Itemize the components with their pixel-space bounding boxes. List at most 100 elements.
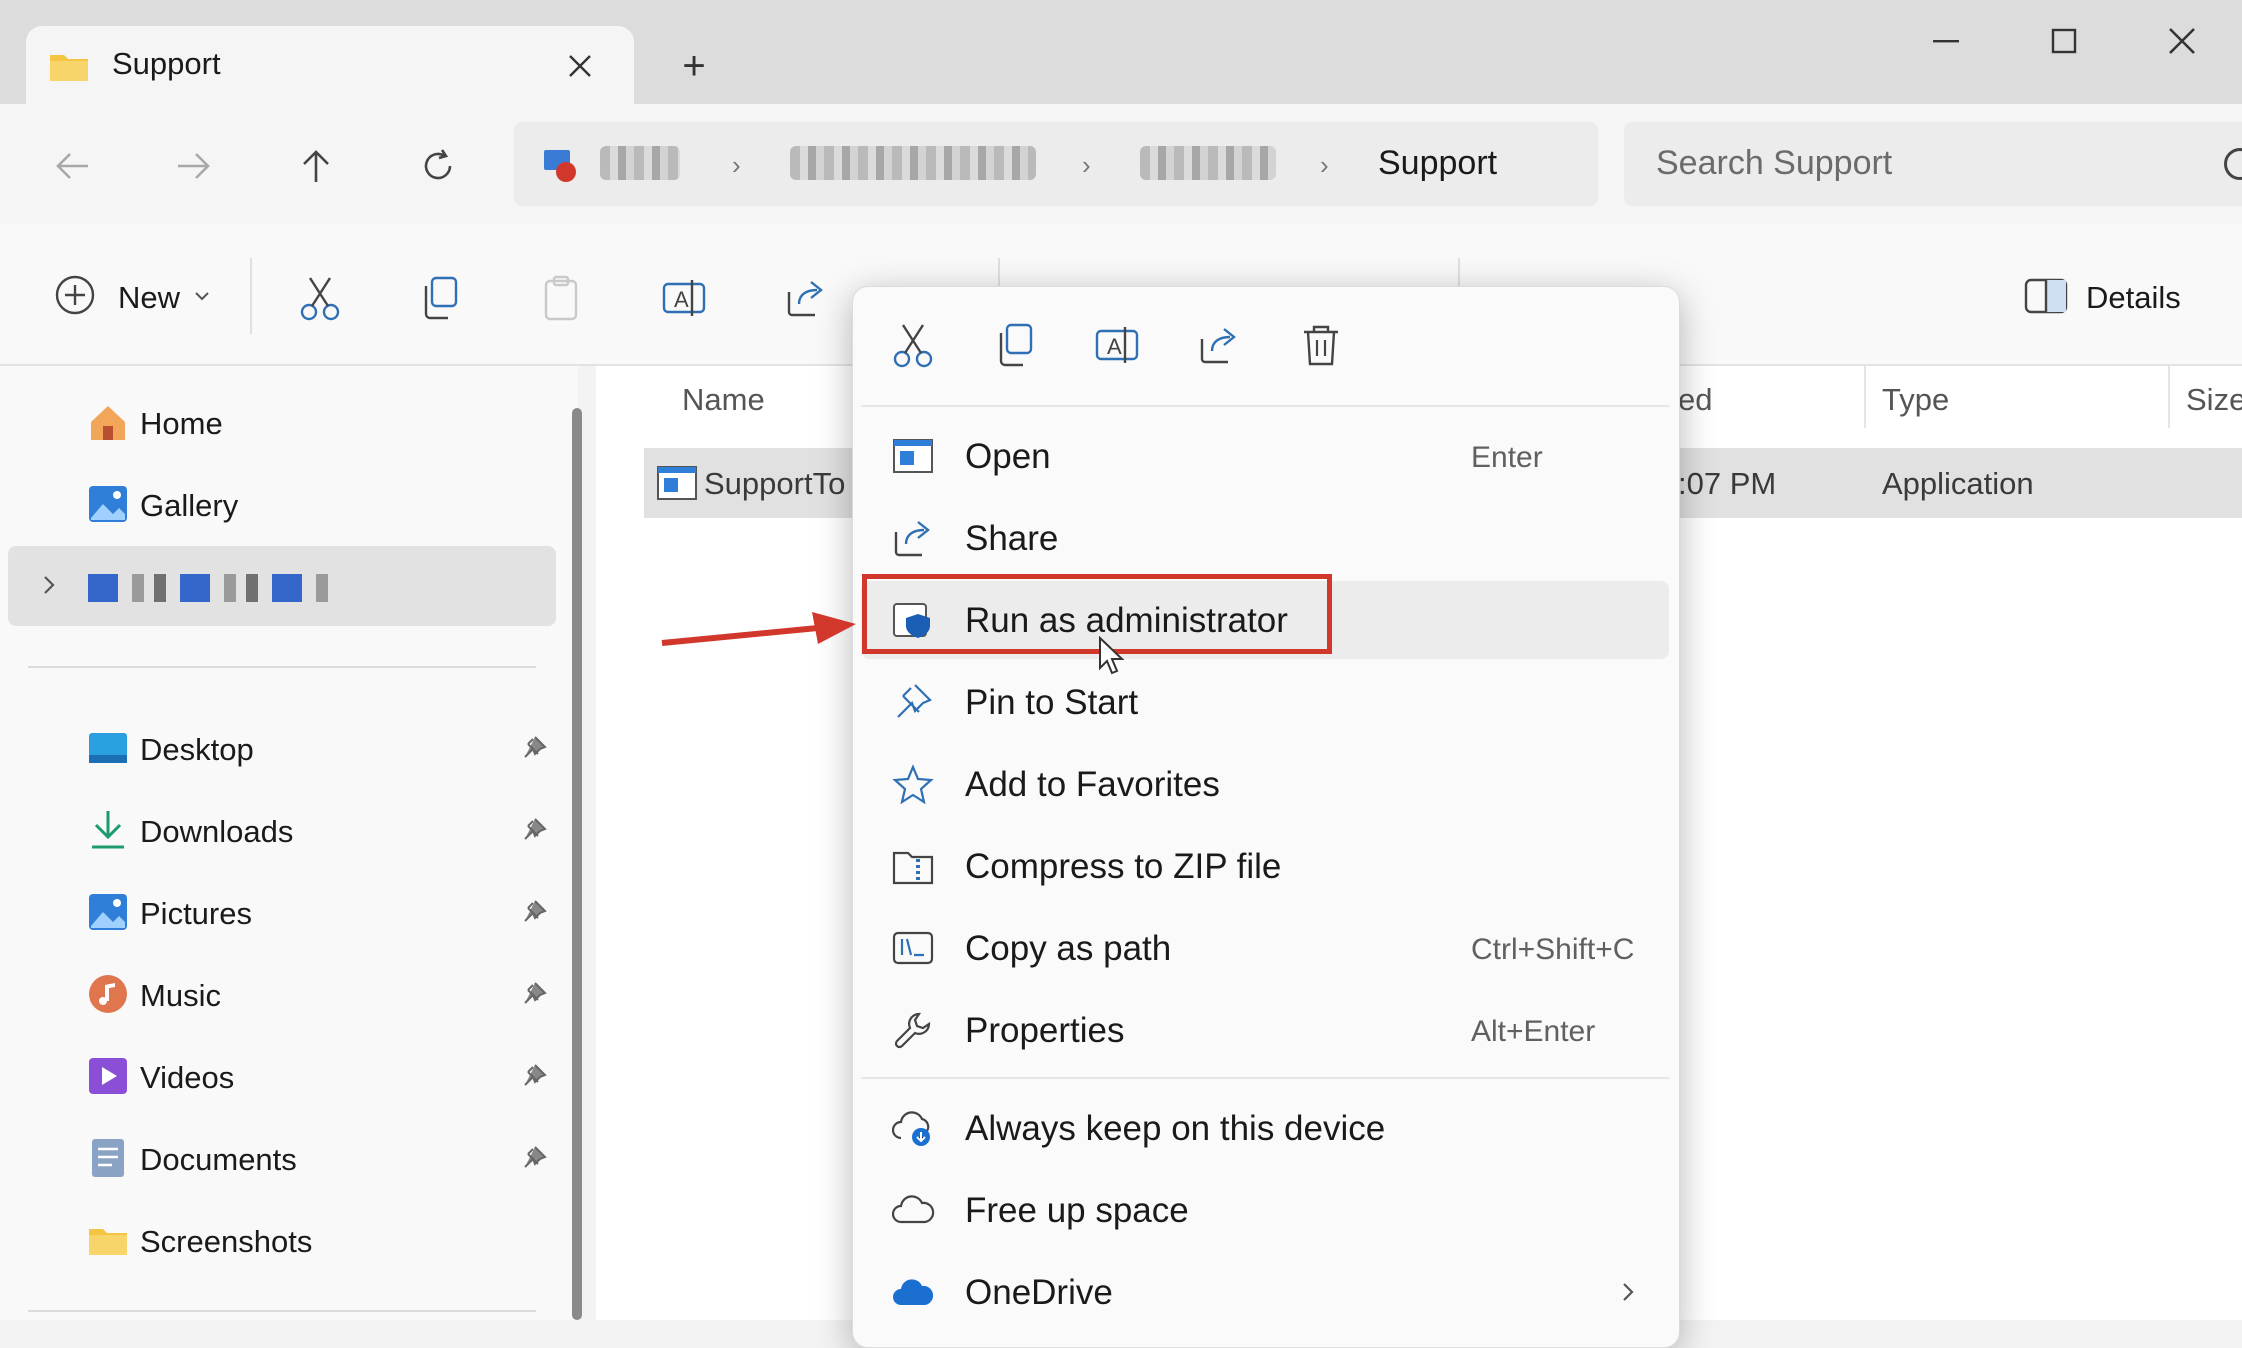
close-button[interactable] [2134, 8, 2230, 74]
annotation-arrow [660, 610, 860, 650]
application-icon [654, 462, 700, 504]
menu-divider [861, 1077, 1669, 1079]
menu-item-compress-to-zip[interactable]: Compress to ZIP file [861, 827, 1669, 905]
menu-item-always-keep-on-device[interactable]: Always keep on this device [861, 1089, 1669, 1167]
breadcrumb-chevron-icon[interactable]: › [1082, 150, 1091, 181]
home-icon [86, 400, 130, 444]
cloud-icon [889, 1186, 937, 1234]
menu-item-add-to-favorites[interactable]: Add to Favorites [861, 745, 1669, 823]
nav-label-downloads: Downloads [140, 814, 294, 849]
column-divider[interactable] [2168, 366, 2170, 428]
copy-icon[interactable] [985, 315, 1045, 375]
onedrive-icon [889, 1268, 937, 1316]
menu-shortcut: Enter [1471, 441, 1543, 474]
nav-label-music: Music [140, 978, 221, 1013]
menu-item-share[interactable]: Share [861, 499, 1669, 577]
column-header-size[interactable]: Size [2186, 382, 2242, 418]
share-icon [889, 514, 937, 562]
breadcrumb-chevron-icon[interactable]: › [1320, 150, 1329, 181]
maximize-button[interactable] [2014, 8, 2114, 74]
refresh-icon[interactable] [410, 138, 466, 194]
nav-label-videos: Videos [140, 1060, 235, 1095]
documents-icon [86, 1136, 130, 1180]
column-header-date-modified[interactable]: ed [1678, 382, 1712, 418]
menu-label: Free up space [965, 1191, 1189, 1230]
file-type: Application [1882, 466, 2034, 501]
tab-title: Support [112, 46, 221, 81]
nav-label-documents: Documents [140, 1142, 297, 1177]
new-button[interactable]: New [118, 280, 180, 316]
copy-path-icon [889, 924, 937, 972]
new-tab-button[interactable]: + [672, 44, 716, 88]
menu-label: Copy as path [965, 929, 1172, 968]
new-plus-icon[interactable] [52, 272, 98, 318]
details-pane-icon[interactable] [2022, 272, 2070, 320]
cloud-keep-icon [889, 1104, 937, 1152]
share-icon[interactable] [770, 262, 842, 334]
rename-icon[interactable]: A [648, 262, 720, 334]
cut-icon[interactable] [284, 262, 356, 334]
paste-icon[interactable] [526, 262, 598, 334]
svg-text:A: A [1107, 334, 1122, 359]
details-button[interactable]: Details [2086, 280, 2181, 316]
breadcrumb-redacted[interactable] [790, 146, 1036, 180]
folder-icon [46, 46, 92, 86]
column-header-name[interactable]: Name [682, 382, 765, 418]
menu-shortcut: Ctrl+Shift+C [1471, 933, 1635, 966]
zip-icon [889, 842, 937, 890]
nav-label-home: Home [140, 406, 223, 441]
highlight-box [862, 574, 1332, 654]
column-divider[interactable] [1864, 366, 1866, 428]
pin-icon[interactable] [518, 1060, 550, 1092]
menu-label: Add to Favorites [965, 765, 1220, 804]
nav-scrollbar[interactable] [572, 408, 582, 1320]
breadcrumb-redacted[interactable] [1140, 146, 1276, 180]
file-name: SupportTo [704, 466, 846, 501]
menu-label: Pin to Start [965, 683, 1139, 722]
menu-item-copy-as-path[interactable]: Copy as path Ctrl+Shift+C [861, 909, 1669, 987]
nav-label-gallery: Gallery [140, 488, 239, 523]
copy-icon[interactable] [404, 262, 476, 334]
tab-close-icon[interactable] [560, 46, 600, 86]
expand-chevron-icon[interactable] [34, 570, 64, 600]
pin-icon[interactable] [518, 978, 550, 1010]
menu-item-open[interactable]: Open Enter [861, 417, 1669, 495]
pin-icon[interactable] [518, 814, 550, 846]
nav-label-desktop: Desktop [140, 732, 254, 767]
pin-icon[interactable] [518, 732, 550, 764]
column-header-type[interactable]: Type [1882, 382, 1949, 418]
up-icon[interactable] [288, 138, 344, 194]
desktop-icon [86, 726, 130, 770]
breadcrumb-chevron-icon[interactable]: › [732, 150, 741, 181]
menu-label: Always keep on this device [965, 1109, 1386, 1148]
rename-icon[interactable]: A [1087, 315, 1147, 375]
music-icon [86, 972, 130, 1016]
menu-item-onedrive[interactable]: OneDrive [861, 1253, 1669, 1331]
breadcrumb-current[interactable]: Support [1378, 144, 1497, 183]
videos-icon [86, 1054, 130, 1098]
menu-item-pin-to-start[interactable]: Pin to Start [861, 663, 1669, 741]
svg-text:A: A [674, 287, 689, 312]
breadcrumb-redacted[interactable] [600, 146, 680, 180]
delete-icon[interactable] [1291, 315, 1351, 375]
back-icon[interactable] [44, 138, 100, 194]
minimize-button[interactable] [1896, 8, 1996, 74]
pin-icon[interactable] [518, 1142, 550, 1174]
chevron-down-icon[interactable] [190, 284, 214, 308]
star-icon [889, 760, 937, 808]
cut-icon[interactable] [883, 315, 943, 375]
menu-divider [861, 405, 1669, 407]
menu-item-properties[interactable]: Properties Alt+Enter [861, 991, 1669, 1069]
share-icon[interactable] [1189, 315, 1249, 375]
pin-icon [889, 678, 937, 726]
gallery-icon [86, 482, 130, 526]
wrench-icon [889, 1006, 937, 1054]
search-placeholder: Search Support [1656, 144, 1893, 182]
file-date-modified: :07 PM [1678, 466, 1777, 501]
open-window-icon [889, 432, 937, 480]
menu-item-free-up-space[interactable]: Free up space [861, 1171, 1669, 1249]
menu-label: Compress to ZIP file [965, 847, 1282, 886]
pin-icon[interactable] [518, 896, 550, 928]
forward-icon[interactable] [166, 138, 222, 194]
chevron-right-icon [1613, 1277, 1643, 1307]
